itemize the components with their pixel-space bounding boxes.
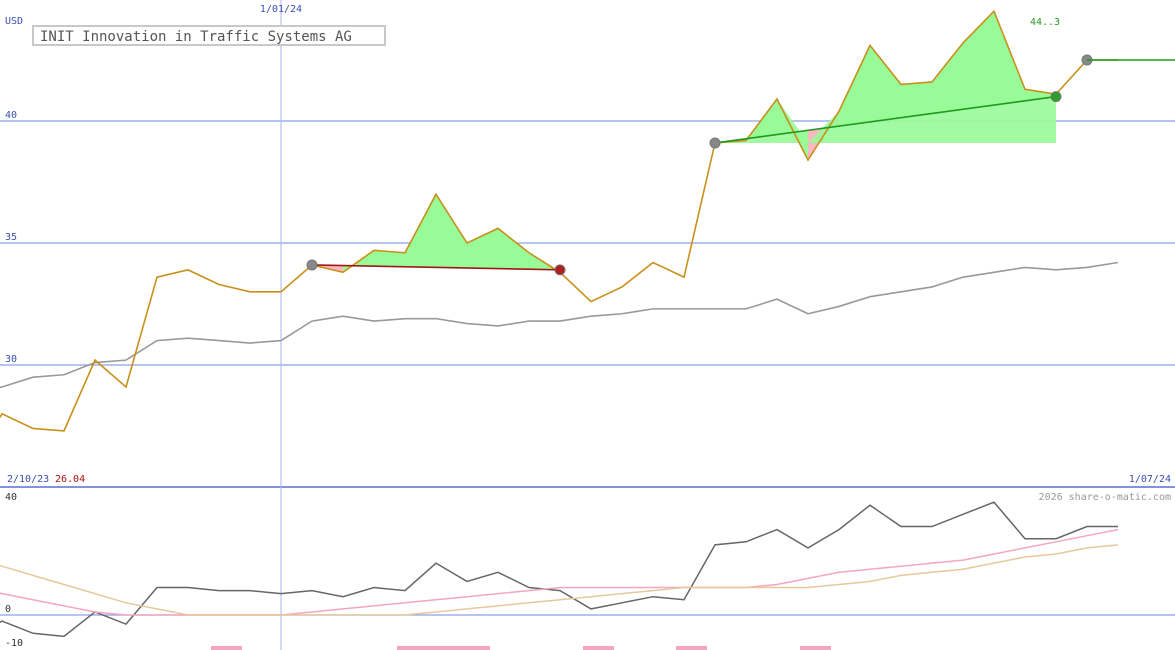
price-chart: 30 35 40 1/01/24 -10 0 40 USD 2/10/23 26.04 1/07/2…	[0, 0, 1175, 650]
oscillator-line-slow-pink	[0, 528, 1119, 616]
y-tick-label: 40	[5, 110, 17, 121]
volume-bar	[397, 646, 459, 650]
trade-fill-segment	[436, 194, 467, 269]
osc-tick-label: 40	[5, 492, 17, 503]
y-tick-label: 35	[5, 232, 17, 243]
trade-entry-marker	[306, 259, 318, 271]
start-date-label: 2/10/23	[7, 474, 49, 485]
volume-bar	[800, 646, 831, 650]
currency-label: USD	[5, 16, 23, 27]
x-tick-label: 1/01/24	[260, 4, 302, 15]
volume-bar	[459, 646, 490, 650]
trade-exit-marker	[554, 264, 566, 276]
oscillator-layer	[0, 501, 1119, 650]
trade-gain-area	[715, 11, 1056, 143]
benchmark-line	[0, 261, 1119, 389]
volume-bar	[676, 646, 707, 650]
chart-title: INIT Innovation in Traffic Systems AG	[40, 29, 352, 45]
trade-entry-marker	[709, 137, 721, 149]
chart-title-box: INIT Innovation in Traffic Systems AG	[32, 25, 386, 46]
volume-bar	[583, 646, 614, 650]
end-date-label: 1/07/24	[1129, 474, 1171, 485]
trade-exit-marker	[1050, 91, 1062, 103]
y-tick-label: 30	[5, 354, 17, 365]
volume-bar	[211, 646, 242, 650]
trade-fill-layer	[312, 11, 1056, 273]
oscillator-line-slow-tan	[0, 544, 1119, 616]
trade-fill-segment	[467, 228, 498, 269]
trade-fill-segment	[405, 194, 436, 268]
start-value-label: 26.04	[55, 474, 85, 485]
peak-label: 44..3	[1030, 17, 1060, 28]
copyright-label: 2026 share-o-matic.com	[1039, 492, 1171, 503]
osc-tick-label: 0	[5, 604, 11, 615]
osc-tick-label: -10	[5, 638, 23, 649]
